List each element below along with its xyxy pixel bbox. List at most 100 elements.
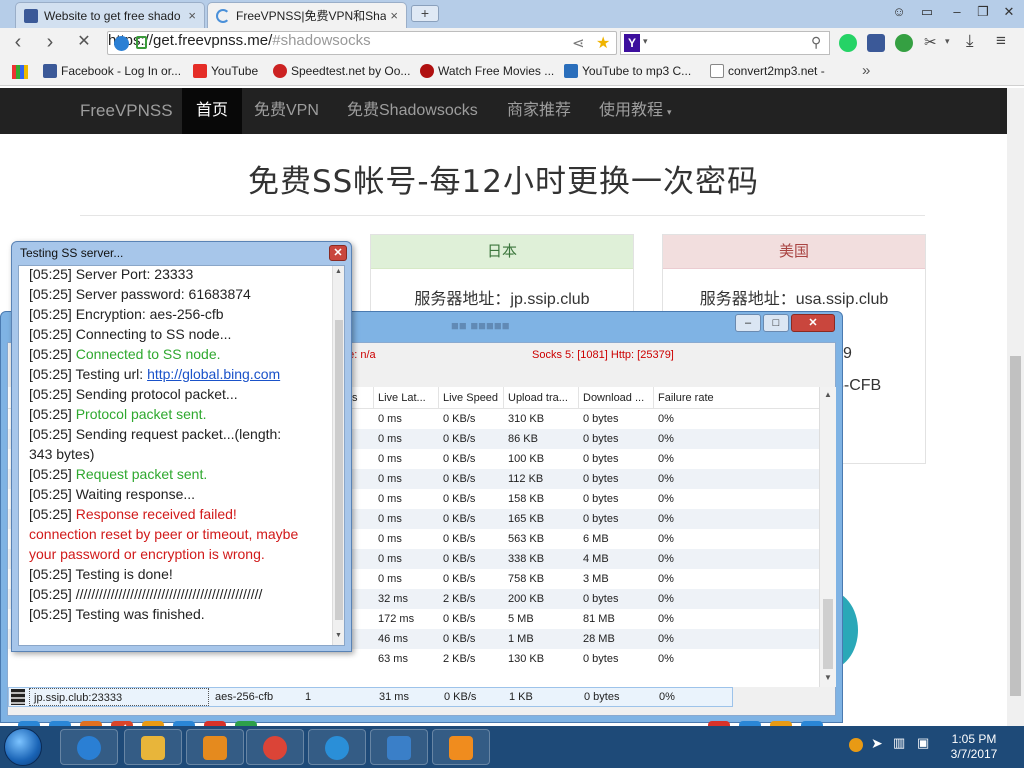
verified-check-icon[interactable] [114, 36, 129, 51]
col-header-failure-rate[interactable]: Failure rate [654, 387, 819, 409]
bookmark-convert2mp3[interactable]: convert2mp3.net - [710, 64, 825, 78]
cell-failure-rate: 0% [658, 593, 674, 605]
chat-icon[interactable]: ☺ [888, 4, 910, 19]
log-line: connection reset by peer or timeout, may… [29, 524, 329, 544]
share-icon[interactable]: ⋖ [572, 34, 585, 52]
new-tab-button[interactable]: + [411, 5, 439, 22]
server-row[interactable]: 63 ms 2 KB/s 130 KB 0 bytes 0% [8, 649, 819, 669]
whatsapp-icon[interactable] [839, 34, 857, 52]
taskbar-app[interactable] [124, 729, 182, 765]
scissors-icon[interactable]: ✂ [924, 33, 937, 51]
scroll-down-icon[interactable]: ▼ [335, 632, 342, 639]
yahoo-icon[interactable]: Y [624, 34, 640, 52]
col-header-upload[interactable]: Upload tra... [504, 387, 579, 409]
log-line: [05:25] Response received failed! [29, 504, 329, 524]
cell-upload-traffic: 563 KB [508, 533, 545, 545]
scroll-up-icon[interactable]: ▲ [335, 268, 342, 275]
col-header-live-latency[interactable]: Live Lat... [374, 387, 439, 409]
col-header-live-speed[interactable]: Live Speed [439, 387, 504, 409]
stop-button[interactable]: ✕ [72, 31, 96, 55]
taskbar-app[interactable] [432, 729, 490, 765]
forward-button[interactable]: › [38, 31, 62, 55]
more-bookmarks-chevron[interactable]: » [862, 62, 870, 79]
scrollbar-thumb[interactable] [823, 599, 833, 669]
bookmark-facebook[interactable]: Facebook - Log In or... [43, 64, 181, 78]
tab-website-free-shadowsocks[interactable]: Website to get free shado × [15, 2, 205, 28]
extension-shield-icon[interactable] [895, 34, 913, 52]
scroll-down-icon[interactable]: ▼ [824, 673, 832, 682]
volume-icon[interactable]: ▣ [917, 735, 929, 751]
system-clock[interactable]: 1:05 PM 3/7/2017 [945, 732, 1003, 762]
test-url-link[interactable]: http://global.bing.com [147, 366, 280, 382]
facebook-icon[interactable] [867, 34, 885, 52]
close-button[interactable]: ✕ [791, 314, 835, 332]
brand-link[interactable]: FreeVPNSS [66, 88, 187, 134]
dialog-close-button[interactable]: ✕ [329, 245, 347, 261]
start-button[interactable] [4, 728, 42, 766]
tab-close-icon[interactable]: × [188, 8, 196, 23]
apps-grid-icon[interactable] [12, 65, 28, 79]
nav-free-shadowsocks[interactable]: 免费Shadowsocks [333, 88, 492, 134]
tab-freevpnss[interactable]: FreeVPNSS|免费VPN和Sha × [207, 2, 407, 28]
panel-header: 美国 [663, 235, 925, 269]
maximize-button[interactable]: □ [763, 314, 789, 332]
page-scrollbar[interactable] [1007, 88, 1024, 726]
close-window-button[interactable]: ✕ [998, 4, 1020, 20]
tray-app-icon[interactable] [849, 738, 863, 752]
search-box[interactable]: Y ▾ ⚲ [620, 31, 830, 55]
bookmark-youtube-mp3[interactable]: YouTube to mp3 C... [564, 64, 691, 78]
download-icon[interactable]: ⤓ [966, 31, 974, 51]
address-bar[interactable]: https://get.freevpnss.me/#shadowsocks ⋖ … [107, 31, 617, 55]
tab-close-icon[interactable]: × [390, 8, 398, 23]
taskbar-app[interactable] [60, 729, 118, 765]
chevron-down-icon[interactable]: ▾ [643, 36, 648, 47]
cell-download-traffic: 0 bytes [583, 453, 619, 465]
cell-live-latency: 0 ms [378, 453, 402, 465]
log-line: [05:25] Sending protocol packet... [29, 384, 329, 404]
cell-live-speed: 0 KB/s [443, 493, 476, 505]
restore-button[interactable]: ❐ [972, 4, 994, 20]
network-icon[interactable]: ▥ [893, 735, 905, 751]
minimize-button[interactable]: – [946, 4, 968, 19]
menu-icon[interactable]: ≡ [996, 31, 1006, 51]
taskbar-app[interactable] [186, 729, 244, 765]
paper-plane-icon [449, 736, 473, 760]
taskbar-app[interactable] [370, 729, 428, 765]
log-scrollbar[interactable]: ▲ ▼ [332, 266, 344, 645]
cell-live-speed: 0 KB/s [443, 613, 476, 625]
taskbar-app[interactable] [246, 729, 304, 765]
list-scrollbar[interactable]: ▲ ▼ [819, 387, 836, 687]
taskbar-app[interactable] [308, 729, 366, 765]
cell-live-speed: 0 KB/s [443, 553, 476, 565]
nav-free-vpn[interactable]: 免费VPN [240, 88, 333, 134]
cell-download-traffic: 0 bytes [583, 593, 619, 605]
bookmark-youtube[interactable]: YouTube [193, 64, 258, 78]
selected-server-row[interactable]: jp.ssip.club:23333 aes-256-cfb 1 31 ms 0… [8, 687, 733, 707]
col-header-download[interactable]: Download ... [579, 387, 654, 409]
log-message: Waiting response... [75, 486, 196, 502]
minimize-to-tray-icon[interactable]: ▭ [916, 4, 938, 20]
search-icon[interactable]: ⚲ [811, 34, 821, 51]
scroll-up-icon[interactable]: ▲ [824, 390, 832, 399]
scrollbar-thumb[interactable] [335, 320, 343, 620]
scrollbar-thumb[interactable] [1010, 356, 1021, 696]
nav-tutorial[interactable]: 使用教程 ▾ [585, 88, 686, 134]
cell-failure-rate: 0% [658, 433, 674, 445]
server-connections: 1 [305, 691, 312, 703]
cell-live-speed: 0 KB/s [443, 473, 476, 485]
server-address: 服务器地址：usa.ssip.club [699, 291, 889, 308]
back-button[interactable]: ‹ [6, 31, 30, 55]
cell-live-latency: 0 ms [378, 553, 402, 565]
minimize-button[interactable]: – [735, 314, 761, 332]
nav-home[interactable]: 首页 [182, 88, 243, 134]
bookmark-star-icon[interactable]: ★ [596, 33, 610, 53]
tray-flag-icon[interactable]: ➤ [871, 735, 883, 752]
bookmark-speedtest[interactable]: Speedtest.net by Oo... [273, 64, 410, 78]
nav-merchant-recommend[interactable]: 商家推荐 [493, 88, 585, 134]
bookmark-watch-free-movies[interactable]: Watch Free Movies ... [420, 64, 554, 78]
cell-live-latency: 0 ms [378, 513, 402, 525]
log-timestamp: [05:25] [29, 346, 72, 362]
signal-icon [11, 689, 25, 705]
chevron-down-icon[interactable]: ▾ [945, 36, 950, 47]
cell-failure-rate: 0% [658, 633, 674, 645]
